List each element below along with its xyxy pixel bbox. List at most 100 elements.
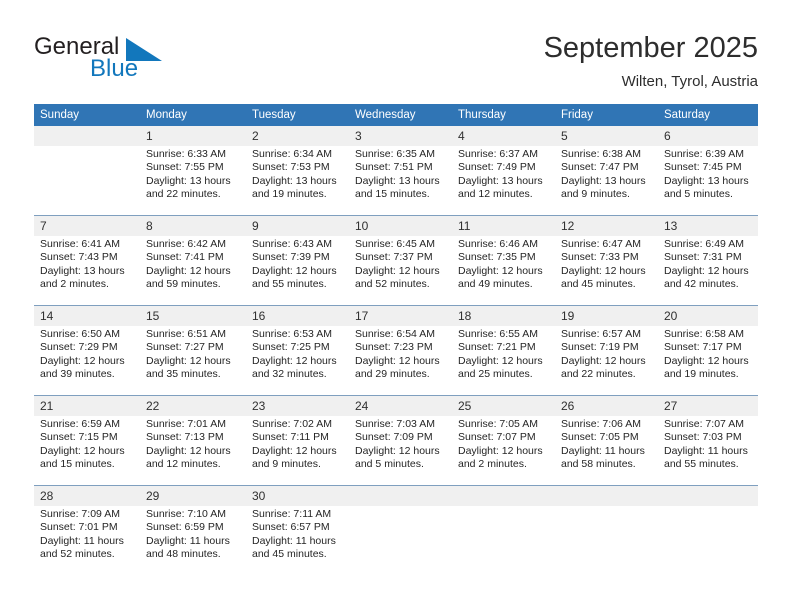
day-info-line: Sunrise: 6:51 AM xyxy=(146,328,226,340)
day-number[interactable]: 4 xyxy=(452,126,555,146)
day-cell-empty xyxy=(555,506,658,575)
day-number[interactable]: 27 xyxy=(658,396,758,416)
day-info-line: Daylight: 13 hours xyxy=(252,174,337,187)
day-info-line: and 45 minutes. xyxy=(252,548,327,561)
day-number[interactable]: 26 xyxy=(555,396,658,416)
day-number[interactable]: 17 xyxy=(349,306,452,326)
day-info-line: and 22 minutes. xyxy=(561,368,636,381)
day-number[interactable]: 21 xyxy=(34,396,140,416)
day-info-line: and 9 minutes. xyxy=(252,458,321,471)
day-number[interactable]: 10 xyxy=(349,216,452,236)
day-cell: Sunrise: 7:09 AM Sunset: 7:01 PM Daylight:… xyxy=(34,506,140,575)
weekday-header-monday: Monday xyxy=(140,104,246,126)
day-cell: Sunrise: 7:10 AM Sunset: 6:59 PM Daylight:… xyxy=(140,506,246,575)
day-info-line: and 2 minutes. xyxy=(40,278,109,291)
day-cell: Sunrise: 6:41 AM Sunset: 7:43 PM Daylight:… xyxy=(34,236,140,305)
day-cell-empty xyxy=(349,506,452,575)
day-info-line: Daylight: 12 hours xyxy=(146,444,231,457)
day-info-line: Daylight: 12 hours xyxy=(252,354,337,367)
weekday-header-sunday: Sunday xyxy=(34,104,140,126)
day-number[interactable]: 13 xyxy=(658,216,758,236)
day-number[interactable]: 30 xyxy=(246,486,349,506)
day-number[interactable]: 16 xyxy=(246,306,349,326)
day-number[interactable]: 3 xyxy=(349,126,452,146)
day-cell: Sunrise: 6:50 AM Sunset: 7:29 PM Daylight:… xyxy=(34,326,140,395)
weekday-header-thursday: Thursday xyxy=(452,104,555,126)
day-number[interactable]: 20 xyxy=(658,306,758,326)
day-info-line: Daylight: 12 hours xyxy=(561,264,646,277)
day-number[interactable]: 18 xyxy=(452,306,555,326)
day-info-line: and 5 minutes. xyxy=(664,188,733,201)
day-number[interactable]: 24 xyxy=(349,396,452,416)
day-info-line: and 42 minutes. xyxy=(664,278,739,291)
day-number[interactable]: 28 xyxy=(34,486,140,506)
day-info-line: Sunset: 7:11 PM xyxy=(252,431,329,444)
day-detail-row: Sunrise: 6:33 AM Sunset: 7:55 PM Daylight:… xyxy=(34,146,758,215)
day-cell: Sunrise: 6:57 AM Sunset: 7:19 PM Daylight:… xyxy=(555,326,658,395)
day-info-line: Sunset: 7:47 PM xyxy=(561,161,639,174)
day-number[interactable]: 23 xyxy=(246,396,349,416)
day-cell: Sunrise: 6:43 AM Sunset: 7:39 PM Daylight:… xyxy=(246,236,349,305)
day-cell-empty xyxy=(658,506,758,575)
day-cell: Sunrise: 7:03 AM Sunset: 7:09 PM Daylight:… xyxy=(349,416,452,485)
day-number[interactable]: 6 xyxy=(658,126,758,146)
day-detail-row: Sunrise: 7:09 AM Sunset: 7:01 PM Daylight:… xyxy=(34,506,758,575)
day-info-line: Sunset: 7:25 PM xyxy=(252,341,330,354)
day-number[interactable]: 9 xyxy=(246,216,349,236)
day-number-row: 14 15 16 17 18 19 20 xyxy=(34,306,758,326)
day-number[interactable]: 11 xyxy=(452,216,555,236)
day-info-line: Sunrise: 7:09 AM xyxy=(40,508,120,520)
day-number[interactable]: 19 xyxy=(555,306,658,326)
day-info-line: Sunrise: 7:01 AM xyxy=(146,418,226,430)
day-cell: Sunrise: 6:53 AM Sunset: 7:25 PM Daylight:… xyxy=(246,326,349,395)
day-number[interactable]: 22 xyxy=(140,396,246,416)
day-info-line: and 52 minutes. xyxy=(355,278,430,291)
day-number[interactable]: 15 xyxy=(140,306,246,326)
day-info-line: Sunrise: 7:07 AM xyxy=(664,418,744,430)
day-number[interactable]: 29 xyxy=(140,486,246,506)
day-info-line: Sunset: 7:15 PM xyxy=(40,431,118,444)
day-number[interactable]: 8 xyxy=(140,216,246,236)
calendar-table: Sunday Monday Tuesday Wednesday Thursday… xyxy=(34,104,758,575)
day-info-line: Sunrise: 6:33 AM xyxy=(146,148,226,160)
weekday-header-saturday: Saturday xyxy=(658,104,758,126)
day-info-line: Sunrise: 6:39 AM xyxy=(664,148,744,160)
day-info-line: Daylight: 12 hours xyxy=(458,444,543,457)
day-info-line: Sunrise: 6:41 AM xyxy=(40,238,120,250)
day-cell: Sunrise: 6:46 AM Sunset: 7:35 PM Daylight:… xyxy=(452,236,555,305)
day-info-line: Daylight: 12 hours xyxy=(40,354,125,367)
calendar-body: 1 2 3 4 5 6 Sunrise: 6:33 AM Sunset: 7:55 PM Day… xyxy=(34,126,758,575)
day-number[interactable]: 14 xyxy=(34,306,140,326)
day-info-line: Daylight: 12 hours xyxy=(252,444,337,457)
day-info-line: and 59 minutes. xyxy=(146,278,221,291)
day-number-empty xyxy=(452,486,555,506)
day-number[interactable]: 1 xyxy=(140,126,246,146)
day-info-line: Daylight: 11 hours xyxy=(40,534,124,547)
day-info-line: Daylight: 12 hours xyxy=(355,444,440,457)
day-info-line: Sunset: 7:21 PM xyxy=(458,341,536,354)
day-number[interactable]: 5 xyxy=(555,126,658,146)
calendar-page: General Blue September 2025 Wilten, Tyro… xyxy=(0,0,792,612)
day-cell: Sunrise: 7:01 AM Sunset: 7:13 PM Daylight:… xyxy=(140,416,246,485)
day-info-line: and 32 minutes. xyxy=(252,368,327,381)
day-number[interactable]: 25 xyxy=(452,396,555,416)
day-info-line: Sunset: 7:51 PM xyxy=(355,161,433,174)
day-info-line: Sunrise: 6:49 AM xyxy=(664,238,744,250)
day-cell: Sunrise: 6:51 AM Sunset: 7:27 PM Daylight:… xyxy=(140,326,246,395)
day-number[interactable]: 7 xyxy=(34,216,140,236)
title-block: September 2025 Wilten, Tyrol, Austria xyxy=(544,31,758,92)
day-info-line: and 15 minutes. xyxy=(40,458,115,471)
day-number[interactable]: 2 xyxy=(246,126,349,146)
day-cell: Sunrise: 7:06 AM Sunset: 7:05 PM Daylight:… xyxy=(555,416,658,485)
day-info-line: Sunrise: 7:11 AM xyxy=(252,508,332,520)
day-number[interactable]: 12 xyxy=(555,216,658,236)
day-info-line: Sunset: 7:53 PM xyxy=(252,161,330,174)
day-info-line: Sunrise: 6:59 AM xyxy=(40,418,120,430)
day-info-line: Sunrise: 6:34 AM xyxy=(252,148,332,160)
day-cell: Sunrise: 6:47 AM Sunset: 7:33 PM Daylight:… xyxy=(555,236,658,305)
day-info-line: Daylight: 13 hours xyxy=(146,174,231,187)
day-detail-row: Sunrise: 6:50 AM Sunset: 7:29 PM Daylight:… xyxy=(34,326,758,395)
day-info-line: Sunset: 7:35 PM xyxy=(458,251,536,264)
day-info-line: Sunrise: 6:37 AM xyxy=(458,148,538,160)
day-info-line: Sunset: 7:39 PM xyxy=(252,251,330,264)
